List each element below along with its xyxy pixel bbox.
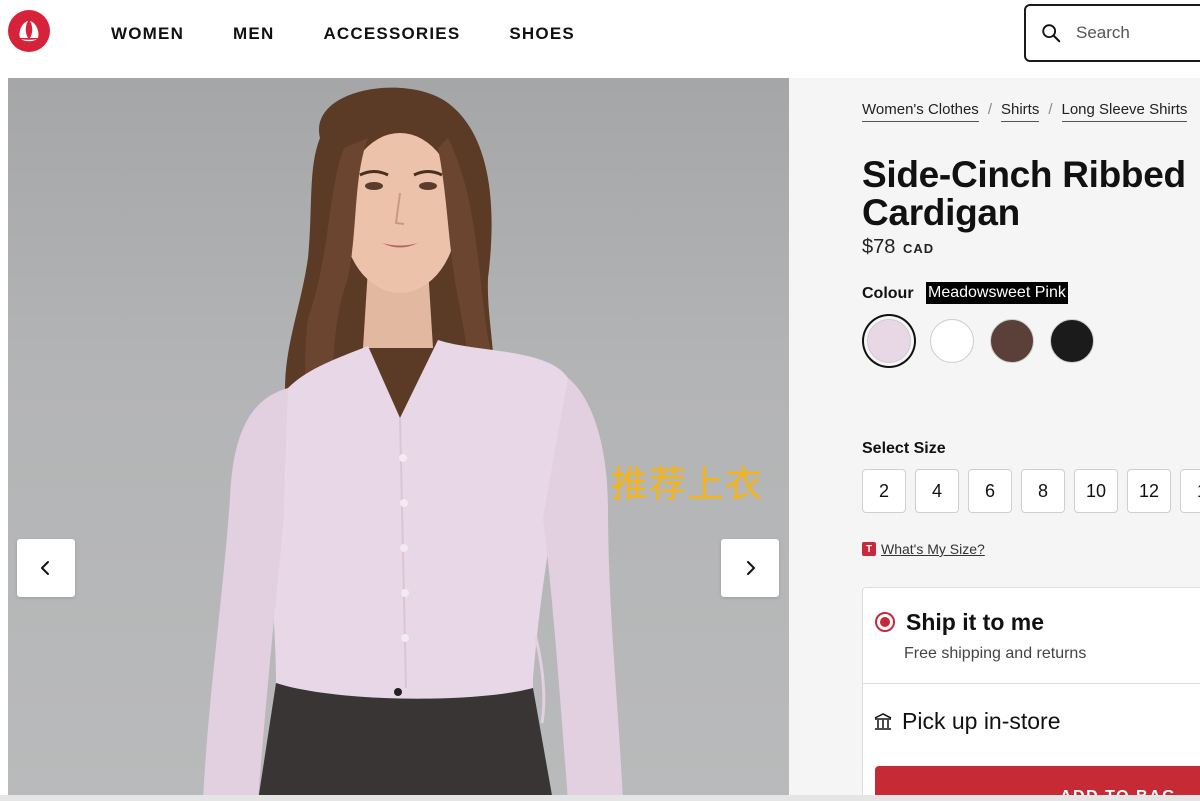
size-4-button[interactable]: 4 <box>915 469 959 513</box>
nav-accessories[interactable]: ACCESSORIES <box>323 24 460 44</box>
breadcrumb-womens-clothes[interactable]: Women's Clothes <box>862 101 979 122</box>
breadcrumb-separator: / <box>1048 101 1053 118</box>
size-label: Select Size <box>862 440 946 457</box>
previous-image-button[interactable] <box>17 539 75 597</box>
fulfillment-options: Ship it to me Free shipping and returns … <box>862 587 1200 801</box>
nav-shoes[interactable]: SHOES <box>509 24 575 44</box>
bottom-edge <box>0 795 1200 801</box>
nav-men[interactable]: MEN <box>233 24 274 44</box>
search-box[interactable] <box>1024 4 1200 62</box>
chevron-right-icon <box>747 561 755 575</box>
product-title: Side-Cinch Ribbed Cardigan <box>862 154 1186 233</box>
breadcrumb-shirts[interactable]: Shirts <box>1000 101 1040 122</box>
overlay-annotation-text: 推荐上衣 <box>611 463 763 506</box>
product-price: $78 CAD <box>862 236 934 259</box>
ship-subtitle: Free shipping and returns <box>904 645 1087 662</box>
breadcrumb-long-sleeve-shirts[interactable]: Long Sleeve Shirts <box>1061 101 1188 122</box>
swatch-black[interactable] <box>1050 319 1094 363</box>
pick-up-in-store-option[interactable]: Pick up in-store <box>902 708 1061 735</box>
store-icon <box>874 713 892 730</box>
next-image-button[interactable] <box>721 539 779 597</box>
swatch-white[interactable] <box>930 319 974 363</box>
size-14-button[interactable]: 1 <box>1180 469 1200 513</box>
swatch-brown[interactable] <box>990 319 1034 363</box>
whats-my-size-link[interactable]: What's My Size? <box>881 541 985 557</box>
search-icon <box>1042 24 1061 43</box>
product-image-gallery: 推荐上衣 <box>8 78 789 801</box>
chevron-left-icon <box>41 561 49 575</box>
breadcrumb-separator: / <box>987 101 992 118</box>
lululemon-logo-icon[interactable] <box>8 10 50 52</box>
search-input[interactable] <box>1076 23 1196 43</box>
size-8-button[interactable]: 8 <box>1021 469 1065 513</box>
product-photo <box>203 87 623 801</box>
ship-radio-button[interactable] <box>875 612 895 632</box>
colour-label: Colour <box>862 285 914 302</box>
site-header: WOMEN MEN ACCESSORIES SHOES <box>0 0 1200 78</box>
selected-colour-name: Meadowsweet Pink <box>926 282 1068 304</box>
price-currency: CAD <box>902 241 935 256</box>
size-10-button[interactable]: 10 <box>1074 469 1118 513</box>
logo-mark <box>19 21 39 42</box>
divider <box>863 683 1200 684</box>
size-guide-link[interactable]: T What's My Size? <box>862 541 985 557</box>
main-nav: WOMEN MEN ACCESSORIES SHOES <box>111 24 624 44</box>
price-amount: $78 <box>862 236 896 258</box>
size-2-button[interactable]: 2 <box>862 469 906 513</box>
size-6-button[interactable]: 6 <box>968 469 1012 513</box>
size-help-badge-icon: T <box>862 542 876 556</box>
swatch-meadowsweet-pink[interactable] <box>867 319 911 363</box>
breadcrumb: Women's Clothes / Shirts / Long Sleeve S… <box>862 101 1188 122</box>
ship-it-to-me-option[interactable]: Ship it to me <box>906 609 1044 636</box>
size-12-button[interactable]: 12 <box>1127 469 1171 513</box>
radio-selected-dot <box>880 617 890 627</box>
size-selector: 2 4 6 8 10 12 1 <box>862 469 1200 513</box>
nav-women[interactable]: WOMEN <box>111 24 184 44</box>
product-details-panel: Women's Clothes / Shirts / Long Sleeve S… <box>789 78 1200 801</box>
